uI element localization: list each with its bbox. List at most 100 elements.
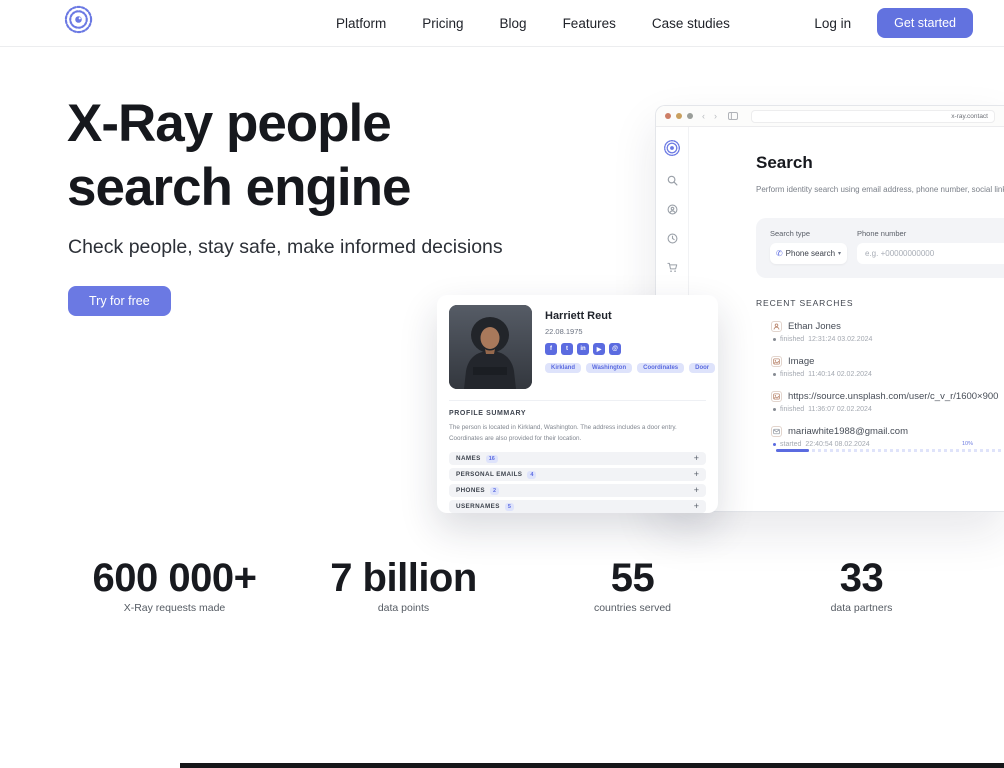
status-dot (773, 373, 776, 376)
section-usernames[interactable]: USERNAMES 5 + (449, 500, 706, 513)
recent-status: finished 11:36:07 02.02.2024 (773, 406, 1004, 413)
forward-icon[interactable]: › (714, 112, 717, 121)
search-type-select[interactable]: ✆ Phone search ▾ (770, 243, 847, 264)
recent-query: https://source.unsplash.com/user/c_v_r/1… (788, 391, 998, 402)
plus-icon[interactable]: + (694, 470, 699, 479)
plus-icon[interactable]: + (694, 454, 699, 463)
section-label: PERSONAL EMAILS (456, 471, 522, 478)
recent-status: finished 12:31:24 03.02.2024 (773, 336, 1004, 343)
app-logo-icon[interactable] (663, 139, 681, 157)
status-dot (773, 408, 776, 411)
stat-label: data partners (747, 602, 976, 614)
stats-row: 600 000+ X-Ray requests made 7 billion d… (60, 556, 976, 614)
list-item: https://source.unsplash.com/user/c_v_r/1… (771, 391, 1004, 413)
nav-link-pricing[interactable]: Pricing (422, 16, 463, 31)
recent-search-entry[interactable]: Ethan Jones (771, 321, 1004, 332)
search-form-panel: Search type Phone number ✆ Phone search … (756, 218, 1004, 278)
search-progress-bar: 10% (776, 449, 1004, 452)
youtube-icon[interactable]: ▶ (593, 343, 605, 355)
traffic-light-zoom-icon[interactable] (687, 113, 693, 119)
count-badge: 16 (486, 455, 498, 463)
hero-title: X-Ray people search engine (67, 92, 410, 220)
status-text: started (780, 441, 801, 448)
facebook-icon[interactable]: f (545, 343, 557, 355)
email-icon (771, 426, 782, 437)
nav-link-platform[interactable]: Platform (336, 16, 386, 31)
recent-query: Ethan Jones (788, 321, 841, 332)
image-icon (771, 356, 782, 367)
navbar: Platform Pricing Blog Features Case stud… (0, 0, 1004, 47)
status-timestamp: 22:40:54 08.02.2024 (805, 441, 869, 448)
traffic-light-minimize-icon[interactable] (676, 113, 682, 119)
stat-label: countries served (518, 602, 747, 614)
profile-info: Harriett Reut 22.08.1975 f t in ▶ @ Kirk… (545, 305, 715, 389)
count-badge: 5 (505, 503, 514, 511)
section-personal-emails[interactable]: PERSONAL EMAILS 4 + (449, 468, 706, 481)
sidebar-toggle-icon[interactable] (728, 112, 738, 120)
nav-link-features[interactable]: Features (563, 16, 616, 31)
search-page-description: Perform identity search using email addr… (756, 185, 1004, 194)
search-page-title: Search (756, 153, 1004, 173)
stat-value: 7 billion (289, 556, 518, 601)
footer-top-edge (180, 763, 1004, 768)
stat-value: 33 (747, 556, 976, 601)
cart-icon[interactable] (667, 262, 678, 273)
traffic-light-close-icon[interactable] (665, 113, 671, 119)
section-label: USERNAMES (456, 503, 500, 510)
try-for-free-button[interactable]: Try for free (68, 286, 171, 316)
login-link[interactable]: Log in (814, 16, 851, 31)
count-badge: 2 (490, 487, 499, 495)
instagram-icon[interactable]: @ (609, 343, 621, 355)
status-text: finished (780, 406, 804, 413)
recent-query: mariawhite1988@gmail.com (788, 426, 908, 437)
tag-coordinates[interactable]: Coordinates (637, 363, 684, 373)
app-main: Search Perform identity search using ema… (689, 127, 1004, 512)
linkedin-icon[interactable]: in (577, 343, 589, 355)
stat-value: 600 000+ (60, 556, 289, 601)
profile-dob: 22.08.1975 (545, 327, 715, 336)
address-bar[interactable]: x-ray.contact (751, 110, 995, 123)
tag-door[interactable]: Door (689, 363, 715, 373)
stat-label: X-Ray requests made (60, 602, 289, 614)
recent-query: Image (788, 356, 814, 367)
section-names[interactable]: NAMES 16 + (449, 452, 706, 465)
profile-icon[interactable] (667, 204, 678, 215)
progress-fill (776, 449, 809, 452)
plus-icon[interactable]: + (694, 486, 699, 495)
recent-searches-heading: RECENT SEARCHES (756, 298, 1004, 308)
recent-search-entry[interactable]: mariawhite1988@gmail.com (771, 426, 1004, 437)
status-dot (773, 443, 776, 446)
chevron-down-icon: ▾ (838, 250, 841, 257)
nav-link-case-studies[interactable]: Case studies (652, 16, 730, 31)
stat-label: data points (289, 602, 518, 614)
list-item: Ethan Jones finished 12:31:24 03.02.2024 (771, 321, 1004, 343)
section-label: PHONES (456, 487, 485, 494)
status-dot (773, 338, 776, 341)
back-icon[interactable]: ‹ (702, 112, 705, 121)
section-phones[interactable]: PHONES 2 + (449, 484, 706, 497)
twitter-icon[interactable]: t (561, 343, 573, 355)
nav-right: Log in Get started (814, 0, 973, 46)
browser-toolbar: ‹ › x-ray.contact (656, 106, 1004, 127)
brand-logo-icon[interactable] (63, 4, 94, 35)
status-timestamp: 11:36:07 02.02.2024 (808, 406, 872, 413)
progress-track (776, 449, 1004, 452)
hero-subtitle: Check people, stay safe, make informed d… (68, 236, 503, 259)
profile-name: Harriett Reut (545, 310, 715, 322)
recent-search-entry[interactable]: https://source.unsplash.com/user/c_v_r/1… (771, 391, 1004, 402)
search-icon[interactable] (667, 175, 678, 186)
tag-washington[interactable]: Washington (586, 363, 632, 373)
recent-searches-list: Ethan Jones finished 12:31:24 03.02.2024 (771, 321, 1004, 452)
get-started-button[interactable]: Get started (877, 8, 973, 38)
history-clock-icon[interactable] (667, 233, 678, 244)
tag-kirkland[interactable]: Kirkland (545, 363, 581, 373)
nav-link-blog[interactable]: Blog (500, 16, 527, 31)
status-text: finished (780, 336, 804, 343)
status-text: finished (780, 371, 804, 378)
recent-search-entry[interactable]: Image (771, 356, 1004, 367)
image-icon (771, 391, 782, 402)
plus-icon[interactable]: + (694, 502, 699, 511)
phone-number-input[interactable] (857, 243, 1004, 264)
stat-partners: 33 data partners (747, 556, 976, 614)
progress-percent-label: 10% (962, 441, 973, 447)
